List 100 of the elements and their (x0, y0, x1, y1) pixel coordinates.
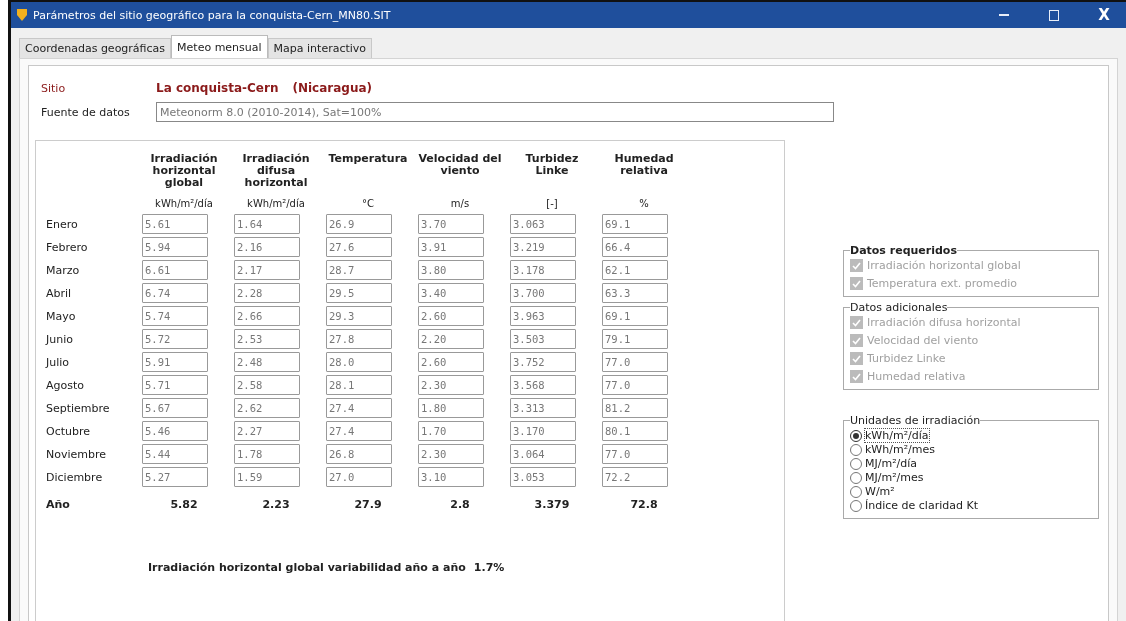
radio-button[interactable] (850, 499, 862, 512)
year-value: 2.8 (449, 498, 471, 511)
radio-button[interactable] (850, 485, 862, 498)
year-value: 2.23 (261, 498, 291, 511)
value-field[interactable]: 2.30 (418, 444, 484, 464)
value-field[interactable]: 27.4 (326, 398, 392, 418)
radio-button[interactable] (850, 457, 862, 470)
value-field[interactable]: 69.1 (602, 306, 668, 326)
column-header: Irradiación difusa horizontal (241, 153, 311, 189)
value-field[interactable]: 5.91 (142, 352, 208, 372)
value-field[interactable]: 27.4 (326, 421, 392, 441)
value-field[interactable]: 2.48 (234, 352, 300, 372)
value-field[interactable]: 1.70 (418, 421, 484, 441)
source-label: Fuente de datos (41, 105, 131, 119)
radio-option[interactable]: MJ/m²/día (850, 457, 1094, 470)
value-field[interactable]: 81.2 (602, 398, 668, 418)
value-field[interactable]: 3.568 (510, 375, 576, 395)
value-field[interactable]: 79.1 (602, 329, 668, 349)
value-field[interactable]: 27.0 (326, 467, 392, 487)
close-button[interactable]: X (1082, 2, 1126, 28)
value-field[interactable]: 5.46 (142, 421, 208, 441)
radio-button[interactable] (850, 443, 862, 456)
value-field[interactable]: 2.58 (234, 375, 300, 395)
value-field[interactable]: 5.74 (142, 306, 208, 326)
value-field[interactable]: 3.313 (510, 398, 576, 418)
value-field[interactable]: 3.503 (510, 329, 576, 349)
value-field[interactable]: 69.1 (602, 214, 668, 234)
value-field[interactable]: 5.71 (142, 375, 208, 395)
value-field[interactable]: 3.91 (418, 237, 484, 257)
group-title: Datos requeridos (850, 244, 957, 257)
value-field[interactable]: 28.0 (326, 352, 392, 372)
value-field[interactable]: 2.27 (234, 421, 300, 441)
value-field[interactable]: 2.17 (234, 260, 300, 280)
value-field[interactable]: 77.0 (602, 444, 668, 464)
value-field[interactable]: 5.94 (142, 237, 208, 257)
value-field[interactable]: 3.219 (510, 237, 576, 257)
value-field[interactable]: 6.61 (142, 260, 208, 280)
value-field[interactable]: 2.60 (418, 306, 484, 326)
radio-button[interactable] (850, 429, 862, 442)
value-field[interactable]: 3.178 (510, 260, 576, 280)
tab[interactable]: Meteo mensual (171, 35, 268, 58)
value-field[interactable]: 3.40 (418, 283, 484, 303)
value-field[interactable]: 3.064 (510, 444, 576, 464)
value-field[interactable]: 77.0 (602, 375, 668, 395)
value-field[interactable]: 5.61 (142, 214, 208, 234)
tab[interactable]: Mapa interactivo (267, 38, 373, 58)
value-field[interactable]: 3.170 (510, 421, 576, 441)
value-field[interactable]: 3.752 (510, 352, 576, 372)
value-field[interactable]: 1.80 (418, 398, 484, 418)
value-field[interactable]: 2.28 (234, 283, 300, 303)
group-title: Unidades de irradiación (850, 414, 981, 427)
value-field[interactable]: 5.67 (142, 398, 208, 418)
radio-option[interactable]: MJ/m²/mes (850, 471, 1094, 484)
value-field[interactable]: 2.20 (418, 329, 484, 349)
value-field[interactable]: 28.7 (326, 260, 392, 280)
value-field[interactable]: 1.78 (234, 444, 300, 464)
value-field[interactable]: 2.53 (234, 329, 300, 349)
value-field[interactable]: 1.64 (234, 214, 300, 234)
value-field[interactable]: 5.44 (142, 444, 208, 464)
radio-option[interactable]: kWh/m²/mes (850, 443, 1094, 456)
value-field[interactable]: 6.74 (142, 283, 208, 303)
value-field[interactable]: 77.0 (602, 352, 668, 372)
value-field[interactable]: 3.963 (510, 306, 576, 326)
value-field[interactable]: 62.1 (602, 260, 668, 280)
value-field[interactable]: 3.10 (418, 467, 484, 487)
value-field[interactable]: 26.9 (326, 214, 392, 234)
value-field[interactable]: 2.60 (418, 352, 484, 372)
value-field[interactable]: 29.5 (326, 283, 392, 303)
tab[interactable]: Coordenadas geográficas (19, 38, 172, 58)
value-field[interactable]: 63.3 (602, 283, 668, 303)
value-field[interactable]: 2.66 (234, 306, 300, 326)
value-field[interactable]: 26.8 (326, 444, 392, 464)
value-field[interactable]: 3.700 (510, 283, 576, 303)
value-field[interactable]: 3.80 (418, 260, 484, 280)
radio-option[interactable]: W/m² (850, 485, 1094, 498)
value-field[interactable]: 5.72 (142, 329, 208, 349)
value-field[interactable]: 5.27 (142, 467, 208, 487)
source-field[interactable]: Meteonorm 8.0 (2010-2014), Sat=100% (156, 102, 834, 122)
value-field[interactable]: 3.053 (510, 467, 576, 487)
value-field[interactable]: 66.4 (602, 237, 668, 257)
value-field[interactable]: 3.063 (510, 214, 576, 234)
column-header: Turbidez Linke (524, 153, 580, 177)
radio-button[interactable] (850, 471, 862, 484)
month-label: Octubre (46, 424, 92, 438)
value-field[interactable]: 27.8 (326, 329, 392, 349)
value-field[interactable]: 3.70 (418, 214, 484, 234)
checkbox-option: Irradiación difusa horizontal (850, 316, 1094, 329)
year-value: 3.379 (533, 498, 571, 511)
month-label: Agosto (46, 378, 85, 392)
value-field[interactable]: 29.3 (326, 306, 392, 326)
value-field[interactable]: 27.6 (326, 237, 392, 257)
value-field[interactable]: 2.62 (234, 398, 300, 418)
value-field[interactable]: 2.16 (234, 237, 300, 257)
radio-option[interactable]: Índice de claridad Kt (850, 499, 1094, 512)
value-field[interactable]: 28.1 (326, 375, 392, 395)
value-field[interactable]: 2.30 (418, 375, 484, 395)
value-field[interactable]: 1.59 (234, 467, 300, 487)
value-field[interactable]: 80.1 (602, 421, 668, 441)
value-field[interactable]: 72.2 (602, 467, 668, 487)
radio-option[interactable]: kWh/m²/día (850, 429, 1094, 442)
